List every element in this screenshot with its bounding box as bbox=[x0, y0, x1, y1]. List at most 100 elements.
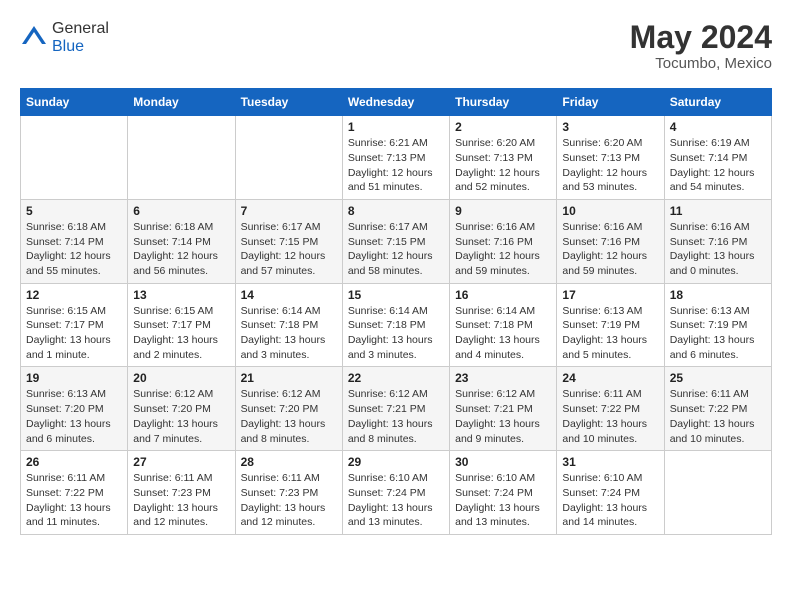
logo-text: General Blue bbox=[52, 20, 109, 56]
day-info-30: Sunrise: 6:10 AM Sunset: 7:24 PM Dayligh… bbox=[455, 471, 551, 530]
cell-w4-d4: 22 Sunrise: 6:12 AM Sunset: 7:21 PM Dayli… bbox=[342, 367, 449, 451]
week-row-5: 26 Sunrise: 6:11 AM Sunset: 7:22 PM Dayli… bbox=[21, 451, 772, 535]
location-subtitle: Tocumbo, Mexico bbox=[630, 55, 772, 72]
cell-w3-d1: 12 Sunrise: 6:15 AM Sunset: 7:17 PM Dayli… bbox=[21, 283, 128, 367]
cell-w1-d7: 4 Sunrise: 6:19 AM Sunset: 7:14 PM Daylig… bbox=[664, 116, 771, 200]
cell-w3-d4: 15 Sunrise: 6:14 AM Sunset: 7:18 PM Dayli… bbox=[342, 283, 449, 367]
logo-icon bbox=[20, 24, 48, 52]
day-number-19: 19 bbox=[26, 371, 122, 385]
cell-w4-d7: 25Sunrise: 6:11 AM Sunset: 7:22 PM Dayli… bbox=[664, 367, 771, 451]
logo-blue-text: Blue bbox=[52, 38, 84, 55]
cell-w4-d1: 19 Sunrise: 6:13 AM Sunset: 7:20 PM Dayli… bbox=[21, 367, 128, 451]
logo-general-text: General bbox=[52, 20, 109, 37]
day-info-25: Sunrise: 6:11 AM Sunset: 7:22 PM Dayligh… bbox=[670, 387, 766, 446]
day-info-3: Sunrise: 6:20 AM Sunset: 7:13 PM Dayligh… bbox=[562, 136, 658, 195]
cell-w1-d4: 1 Sunrise: 6:21 AM Sunset: 7:13 PM Daylig… bbox=[342, 116, 449, 200]
cell-w3-d6: 17 Sunrise: 6:13 AM Sunset: 7:19 PM Dayli… bbox=[557, 283, 664, 367]
day-number-31: 31 bbox=[562, 455, 658, 469]
day-number-7: 7 bbox=[241, 204, 337, 218]
day-number-22: 22 bbox=[348, 371, 444, 385]
day-number-28: 28 bbox=[241, 455, 337, 469]
header-saturday: Saturday bbox=[664, 89, 771, 116]
day-info-16: Sunrise: 6:14 AM Sunset: 7:18 PM Dayligh… bbox=[455, 304, 551, 363]
day-number-4: 4 bbox=[670, 120, 766, 134]
day-info-14: Sunrise: 6:14 AM Sunset: 7:18 PM Dayligh… bbox=[241, 304, 337, 363]
week-row-1: 1 Sunrise: 6:21 AM Sunset: 7:13 PM Daylig… bbox=[21, 116, 772, 200]
cell-w5-d2: 27 Sunrise: 6:11 AM Sunset: 7:23 PM Dayli… bbox=[128, 451, 235, 535]
day-number-23: 23 bbox=[455, 371, 551, 385]
cell-w3-d5: 16 Sunrise: 6:14 AM Sunset: 7:18 PM Dayli… bbox=[450, 283, 557, 367]
day-number-13: 13 bbox=[133, 288, 229, 302]
header-friday: Friday bbox=[557, 89, 664, 116]
cell-w2-d6: 10Sunrise: 6:16 AM Sunset: 7:16 PM Dayli… bbox=[557, 199, 664, 283]
cell-w1-d6: 3 Sunrise: 6:20 AM Sunset: 7:13 PM Daylig… bbox=[557, 116, 664, 200]
day-number-1: 1 bbox=[348, 120, 444, 134]
header-tuesday: Tuesday bbox=[235, 89, 342, 116]
day-info-17: Sunrise: 6:13 AM Sunset: 7:19 PM Dayligh… bbox=[562, 304, 658, 363]
calendar-body: 1 Sunrise: 6:21 AM Sunset: 7:13 PM Daylig… bbox=[21, 116, 772, 535]
day-number-3: 3 bbox=[562, 120, 658, 134]
cell-w5-d1: 26 Sunrise: 6:11 AM Sunset: 7:22 PM Dayli… bbox=[21, 451, 128, 535]
page-header: General Blue May 2024 Tocumbo, Mexico bbox=[20, 20, 772, 72]
day-number-16: 16 bbox=[455, 288, 551, 302]
cell-w4-d5: 23 Sunrise: 6:12 AM Sunset: 7:21 PM Dayli… bbox=[450, 367, 557, 451]
day-info-5: Sunrise: 6:18 AM Sunset: 7:14 PM Dayligh… bbox=[26, 220, 122, 279]
day-info-21: Sunrise: 6:12 AM Sunset: 7:20 PM Dayligh… bbox=[241, 387, 337, 446]
cell-w1-d5: 2Sunrise: 6:20 AM Sunset: 7:13 PM Daylig… bbox=[450, 116, 557, 200]
day-info-12: Sunrise: 6:15 AM Sunset: 7:17 PM Dayligh… bbox=[26, 304, 122, 363]
day-info-31: Sunrise: 6:10 AM Sunset: 7:24 PM Dayligh… bbox=[562, 471, 658, 530]
day-info-23: Sunrise: 6:12 AM Sunset: 7:21 PM Dayligh… bbox=[455, 387, 551, 446]
day-number-17: 17 bbox=[562, 288, 658, 302]
cell-w3-d7: 18 Sunrise: 6:13 AM Sunset: 7:19 PM Dayli… bbox=[664, 283, 771, 367]
day-info-2: Sunrise: 6:20 AM Sunset: 7:13 PM Dayligh… bbox=[455, 136, 551, 195]
day-number-15: 15 bbox=[348, 288, 444, 302]
day-number-14: 14 bbox=[241, 288, 337, 302]
day-number-30: 30 bbox=[455, 455, 551, 469]
cell-w3-d3: 14 Sunrise: 6:14 AM Sunset: 7:18 PM Dayli… bbox=[235, 283, 342, 367]
header-sunday: Sunday bbox=[21, 89, 128, 116]
day-number-21: 21 bbox=[241, 371, 337, 385]
day-info-15: Sunrise: 6:14 AM Sunset: 7:18 PM Dayligh… bbox=[348, 304, 444, 363]
day-info-20: Sunrise: 6:12 AM Sunset: 7:20 PM Dayligh… bbox=[133, 387, 229, 446]
cell-w1-d2 bbox=[128, 116, 235, 200]
cell-w3-d2: 13Sunrise: 6:15 AM Sunset: 7:17 PM Dayli… bbox=[128, 283, 235, 367]
day-number-20: 20 bbox=[133, 371, 229, 385]
cell-w4-d6: 24Sunrise: 6:11 AM Sunset: 7:22 PM Dayli… bbox=[557, 367, 664, 451]
day-number-8: 8 bbox=[348, 204, 444, 218]
day-number-11: 11 bbox=[670, 204, 766, 218]
header-monday: Monday bbox=[128, 89, 235, 116]
day-info-29: Sunrise: 6:10 AM Sunset: 7:24 PM Dayligh… bbox=[348, 471, 444, 530]
cell-w1-d3 bbox=[235, 116, 342, 200]
day-info-19: Sunrise: 6:13 AM Sunset: 7:20 PM Dayligh… bbox=[26, 387, 122, 446]
calendar-table: SundayMondayTuesdayWednesdayThursdayFrid… bbox=[20, 88, 772, 535]
cell-w5-d4: 29 Sunrise: 6:10 AM Sunset: 7:24 PM Dayli… bbox=[342, 451, 449, 535]
day-info-27: Sunrise: 6:11 AM Sunset: 7:23 PM Dayligh… bbox=[133, 471, 229, 530]
day-number-24: 24 bbox=[562, 371, 658, 385]
week-row-3: 12 Sunrise: 6:15 AM Sunset: 7:17 PM Dayli… bbox=[21, 283, 772, 367]
day-info-18: Sunrise: 6:13 AM Sunset: 7:19 PM Dayligh… bbox=[670, 304, 766, 363]
day-number-29: 29 bbox=[348, 455, 444, 469]
day-info-22: Sunrise: 6:12 AM Sunset: 7:21 PM Dayligh… bbox=[348, 387, 444, 446]
cell-w1-d1 bbox=[21, 116, 128, 200]
cell-w4-d2: 20 Sunrise: 6:12 AM Sunset: 7:20 PM Dayli… bbox=[128, 367, 235, 451]
cell-w2-d1: 5 Sunrise: 6:18 AM Sunset: 7:14 PM Daylig… bbox=[21, 199, 128, 283]
day-info-1: Sunrise: 6:21 AM Sunset: 7:13 PM Dayligh… bbox=[348, 136, 444, 195]
day-number-26: 26 bbox=[26, 455, 122, 469]
day-info-11: Sunrise: 6:16 AM Sunset: 7:16 PM Dayligh… bbox=[670, 220, 766, 279]
day-info-6: Sunrise: 6:18 AM Sunset: 7:14 PM Dayligh… bbox=[133, 220, 229, 279]
header-wednesday: Wednesday bbox=[342, 89, 449, 116]
day-number-27: 27 bbox=[133, 455, 229, 469]
day-info-26: Sunrise: 6:11 AM Sunset: 7:22 PM Dayligh… bbox=[26, 471, 122, 530]
title-block: May 2024 Tocumbo, Mexico bbox=[630, 20, 772, 72]
day-number-12: 12 bbox=[26, 288, 122, 302]
day-number-6: 6 bbox=[133, 204, 229, 218]
day-number-5: 5 bbox=[26, 204, 122, 218]
day-number-18: 18 bbox=[670, 288, 766, 302]
cell-w5-d3: 28 Sunrise: 6:11 AM Sunset: 7:23 PM Dayli… bbox=[235, 451, 342, 535]
day-info-9: Sunrise: 6:16 AM Sunset: 7:16 PM Dayligh… bbox=[455, 220, 551, 279]
week-row-4: 19 Sunrise: 6:13 AM Sunset: 7:20 PM Dayli… bbox=[21, 367, 772, 451]
logo: General Blue bbox=[20, 20, 109, 56]
day-info-28: Sunrise: 6:11 AM Sunset: 7:23 PM Dayligh… bbox=[241, 471, 337, 530]
day-info-4: Sunrise: 6:19 AM Sunset: 7:14 PM Dayligh… bbox=[670, 136, 766, 195]
week-row-2: 5 Sunrise: 6:18 AM Sunset: 7:14 PM Daylig… bbox=[21, 199, 772, 283]
